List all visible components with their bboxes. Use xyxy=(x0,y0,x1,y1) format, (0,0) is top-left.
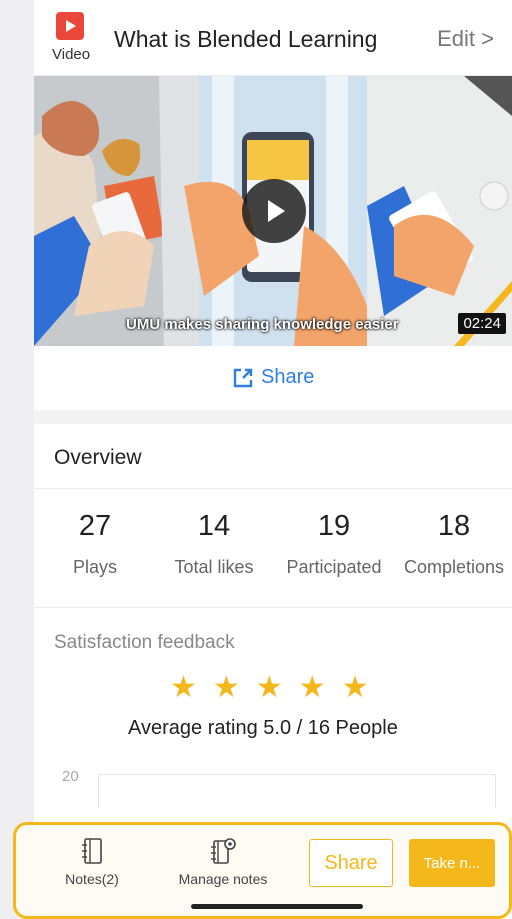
stat-plays: 27 Plays xyxy=(53,510,137,578)
video-caption: UMU makes sharing knowledge easier xyxy=(126,316,399,333)
home-indicator xyxy=(191,904,363,909)
notebook-icon xyxy=(82,838,102,864)
rating-chart xyxy=(98,774,496,808)
star-icon: ★ xyxy=(341,671,369,704)
stat-label: Participated xyxy=(286,557,382,577)
play-button[interactable] xyxy=(242,179,306,243)
divider xyxy=(34,607,512,608)
stat-participated: 19 Participated xyxy=(280,510,388,578)
manage-notes-label: Manage notes xyxy=(178,871,268,887)
stat-value: 18 xyxy=(437,510,471,542)
stats-row: 27 Plays 14 Total likes 19 Participated … xyxy=(34,510,512,606)
stat-label: Total likes xyxy=(174,557,254,577)
header: Video What is Blended Learning Edit > xyxy=(34,0,512,76)
star-icon: ★ xyxy=(170,671,197,704)
stat-value: 14 xyxy=(197,510,231,542)
star-icon: ★ xyxy=(298,671,326,704)
external-link-icon xyxy=(233,368,253,387)
share-row: Share xyxy=(34,346,512,410)
stat-value: 19 xyxy=(317,510,351,542)
stat-value: 27 xyxy=(78,510,112,542)
star-icon: ★ xyxy=(255,671,283,704)
stat-label: Completions xyxy=(403,557,505,577)
edit-link[interactable]: Edit > xyxy=(437,26,494,52)
play-icon xyxy=(56,12,84,40)
share-link[interactable]: Share xyxy=(232,366,314,389)
divider xyxy=(34,488,512,489)
stat-label: Plays xyxy=(72,557,117,577)
video-duration: 02:24 xyxy=(458,313,506,334)
notes-label: Notes(2) xyxy=(65,871,119,887)
bottom-action-bar: Notes(2) Manage notes Share Take n... xyxy=(13,822,512,919)
stat-total-likes: 14 Total likes xyxy=(160,510,268,578)
take-note-button[interactable]: Take n... xyxy=(409,839,495,887)
notebook-settings-icon xyxy=(211,838,236,864)
stat-completions: 18 Completions xyxy=(398,510,510,578)
video-player[interactable]: UMU makes sharing knowledge easier 02:24 xyxy=(34,76,512,346)
video-badge-label: Video xyxy=(52,46,91,63)
notes-button[interactable]: Notes(2) xyxy=(52,837,132,887)
satisfaction-title: Satisfaction feedback xyxy=(54,632,235,653)
video-badge: Video xyxy=(52,12,96,66)
section-gap xyxy=(34,410,512,424)
manage-notes-button[interactable]: Manage notes xyxy=(168,837,278,887)
share-button[interactable]: Share xyxy=(309,839,393,887)
star-icon: ★ xyxy=(212,671,240,704)
overview-title: Overview xyxy=(54,446,142,469)
average-rating: Average rating 5.0 / 16 People xyxy=(128,717,398,739)
share-label: Share xyxy=(261,366,315,388)
app-screen: Video What is Blended Learning Edit > UM… xyxy=(34,0,512,919)
chart-axis-label: 20 xyxy=(62,768,79,785)
page-title: What is Blended Learning xyxy=(114,26,378,52)
rating-stars: ★ ★ ★ ★ ★ xyxy=(170,673,369,703)
